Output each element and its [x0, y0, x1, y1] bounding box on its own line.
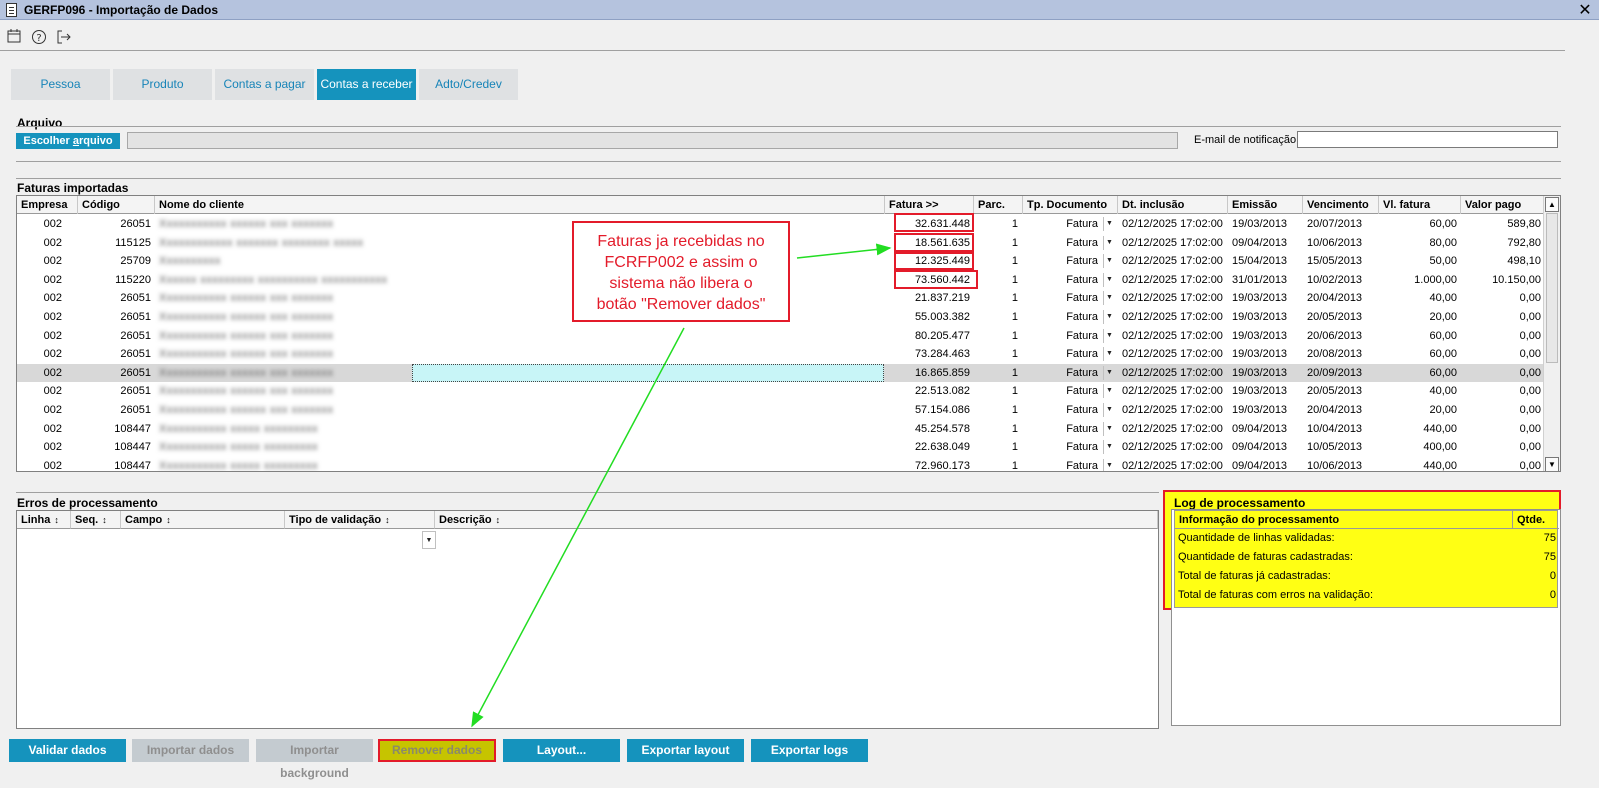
annotation-arrows	[471, 243, 892, 728]
arrow-to-faturas	[796, 243, 892, 259]
arrow-to-remover	[471, 327, 685, 728]
